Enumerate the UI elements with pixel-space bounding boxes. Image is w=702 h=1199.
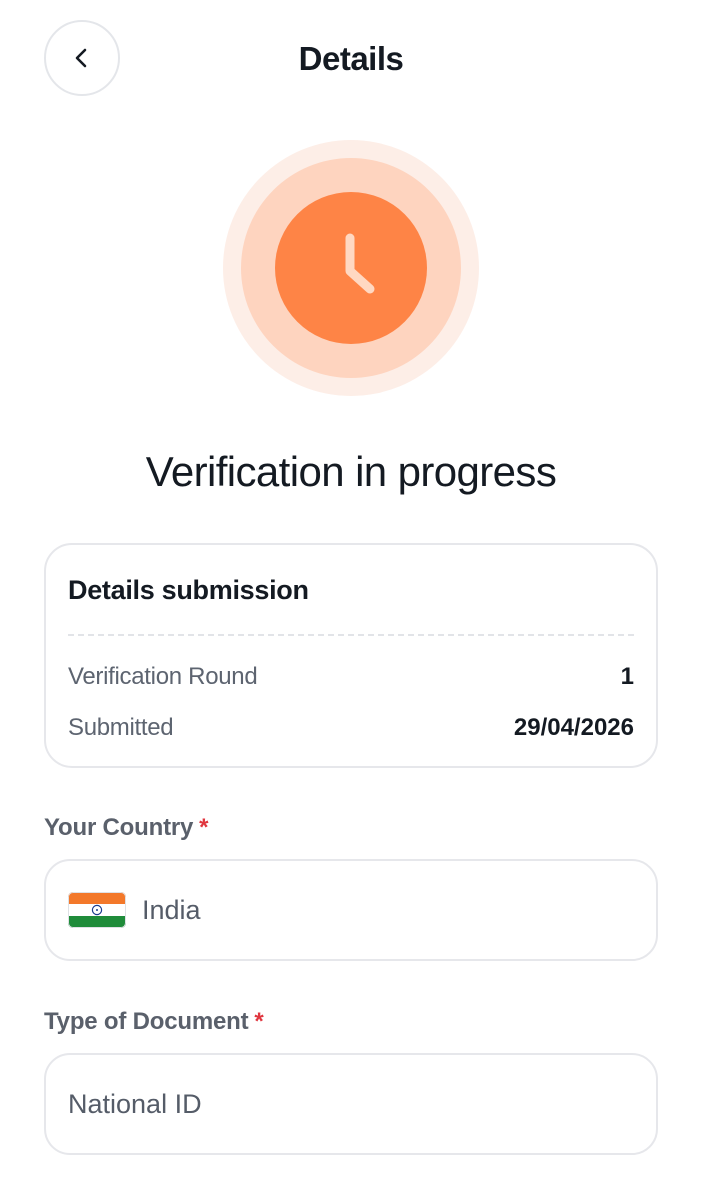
document-type-field[interactable]: National ID xyxy=(44,1053,658,1155)
country-label: Your Country * xyxy=(44,814,209,842)
card-title: Details submission xyxy=(68,575,309,605)
divider xyxy=(68,634,634,636)
document-type-label: Type of Document * xyxy=(44,1008,264,1036)
page-title: Details xyxy=(298,40,404,77)
verification-round-row: Verification Round 1 xyxy=(68,661,634,693)
submitted-date: 29/04/2026 xyxy=(513,714,634,741)
required-mark: * xyxy=(254,1008,264,1035)
country-field[interactable]: India xyxy=(44,859,658,961)
status-heading: Verification in progress xyxy=(145,448,557,495)
country-value: India xyxy=(142,894,201,925)
document-type-value: National ID xyxy=(68,1088,202,1119)
submitted-label: Submitted xyxy=(68,714,174,741)
details-screen: Details Verification in progress Details… xyxy=(0,0,702,1199)
country-label-text: Your Country xyxy=(44,814,194,841)
required-mark: * xyxy=(199,814,209,841)
india-flag-icon xyxy=(68,892,126,928)
submitted-row: Submitted 29/04/2026 xyxy=(68,712,634,744)
clock-icon xyxy=(223,140,479,396)
status-illustration xyxy=(223,140,479,396)
submission-card: Details submission Verification Round 1 … xyxy=(44,543,658,768)
document-type-label-text: Type of Document xyxy=(44,1008,249,1035)
verification-round-label: Verification Round xyxy=(68,663,258,690)
verification-round-value: 1 xyxy=(620,663,634,690)
